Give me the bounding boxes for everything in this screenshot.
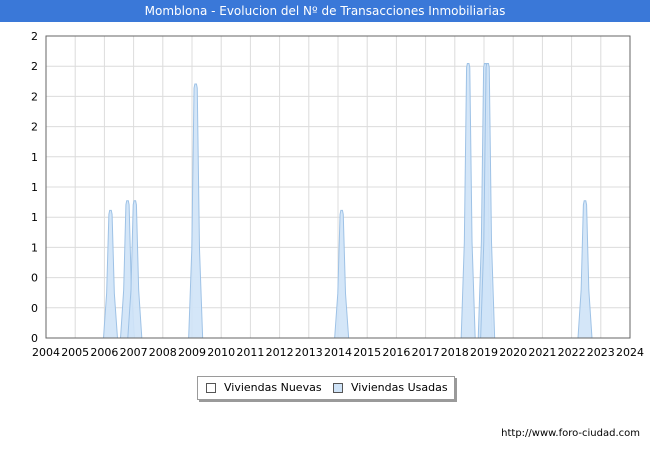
x-tick-label: 2021 xyxy=(528,346,556,359)
x-tick-label: 2018 xyxy=(441,346,469,359)
y-tick-label: 2 xyxy=(31,30,38,43)
source-url: http://www.foro-ciudad.com xyxy=(501,428,640,439)
x-tick-label: 2004 xyxy=(32,346,60,359)
y-tick-label: 2 xyxy=(31,90,38,103)
x-tick-label: 2009 xyxy=(178,346,206,359)
y-tick-label: 0 xyxy=(31,302,38,315)
x-tick-label: 2020 xyxy=(499,346,527,359)
x-tick-label: 2023 xyxy=(587,346,615,359)
legend-swatch-new xyxy=(206,382,216,393)
chart-legend: Viviendas Nuevas Viviendas Usadas xyxy=(197,376,455,400)
y-tick-label: 2 xyxy=(31,60,38,73)
x-tick-label: 2007 xyxy=(120,346,148,359)
x-tick-label: 2014 xyxy=(324,346,352,359)
legend-item-new: Viviendas Nuevas xyxy=(206,381,322,394)
y-tick-label: 0 xyxy=(31,332,38,345)
y-tick-label: 1 xyxy=(31,151,38,164)
legend-swatch-used xyxy=(333,382,343,393)
x-tick-label: 2019 xyxy=(470,346,498,359)
y-tick-label: 1 xyxy=(31,241,38,254)
x-tick-label: 2005 xyxy=(61,346,89,359)
y-tick-label: 2 xyxy=(31,121,38,134)
legend-item-used: Viviendas Usadas xyxy=(333,381,448,394)
x-tick-label: 2010 xyxy=(207,346,235,359)
x-tick-label: 2015 xyxy=(353,346,381,359)
y-tick-label: 1 xyxy=(31,181,38,194)
x-tick-label: 2024 xyxy=(616,346,644,359)
x-tick-label: 2013 xyxy=(295,346,323,359)
x-tick-label: 2017 xyxy=(412,346,440,359)
y-tick-label: 1 xyxy=(31,211,38,224)
x-tick-label: 2022 xyxy=(558,346,586,359)
x-tick-label: 2012 xyxy=(266,346,294,359)
x-tick-label: 2008 xyxy=(149,346,177,359)
x-tick-label: 2006 xyxy=(90,346,118,359)
legend-label-used: Viviendas Usadas xyxy=(351,381,448,394)
legend-label-new: Viviendas Nuevas xyxy=(224,381,322,394)
x-tick-label: 2016 xyxy=(382,346,410,359)
x-tick-label: 2011 xyxy=(236,346,264,359)
y-tick-label: 0 xyxy=(31,272,38,285)
